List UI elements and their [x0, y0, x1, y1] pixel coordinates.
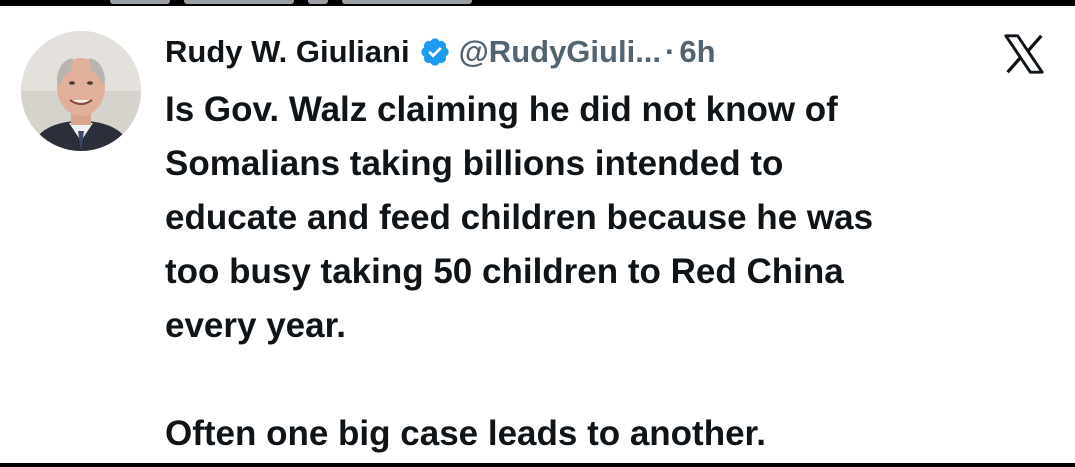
verified-badge-icon [420, 38, 449, 66]
avatar[interactable] [21, 31, 141, 151]
x-logo-icon [1004, 34, 1044, 74]
previous-item-cutoff [110, 0, 570, 6]
author-name[interactable]: Rudy W. Giuliani [165, 34, 410, 70]
tweet-text: Is Gov. Walz claiming he did not know of… [165, 83, 1045, 461]
tweet-header: Rudy W. Giuliani @RudyGiuli... · 6h [165, 32, 716, 72]
author-handle[interactable]: @RudyGiuli... [459, 34, 661, 70]
tweet-paragraph: Often one big case leads to another. [165, 414, 766, 453]
separator-dot: · [665, 34, 676, 69]
tweet-paragraph: Is Gov. Walz claiming he did not know of… [165, 90, 874, 345]
tweet-timestamp[interactable]: 6h [679, 34, 715, 70]
profile-photo [21, 31, 141, 151]
bottom-border [0, 463, 1075, 467]
